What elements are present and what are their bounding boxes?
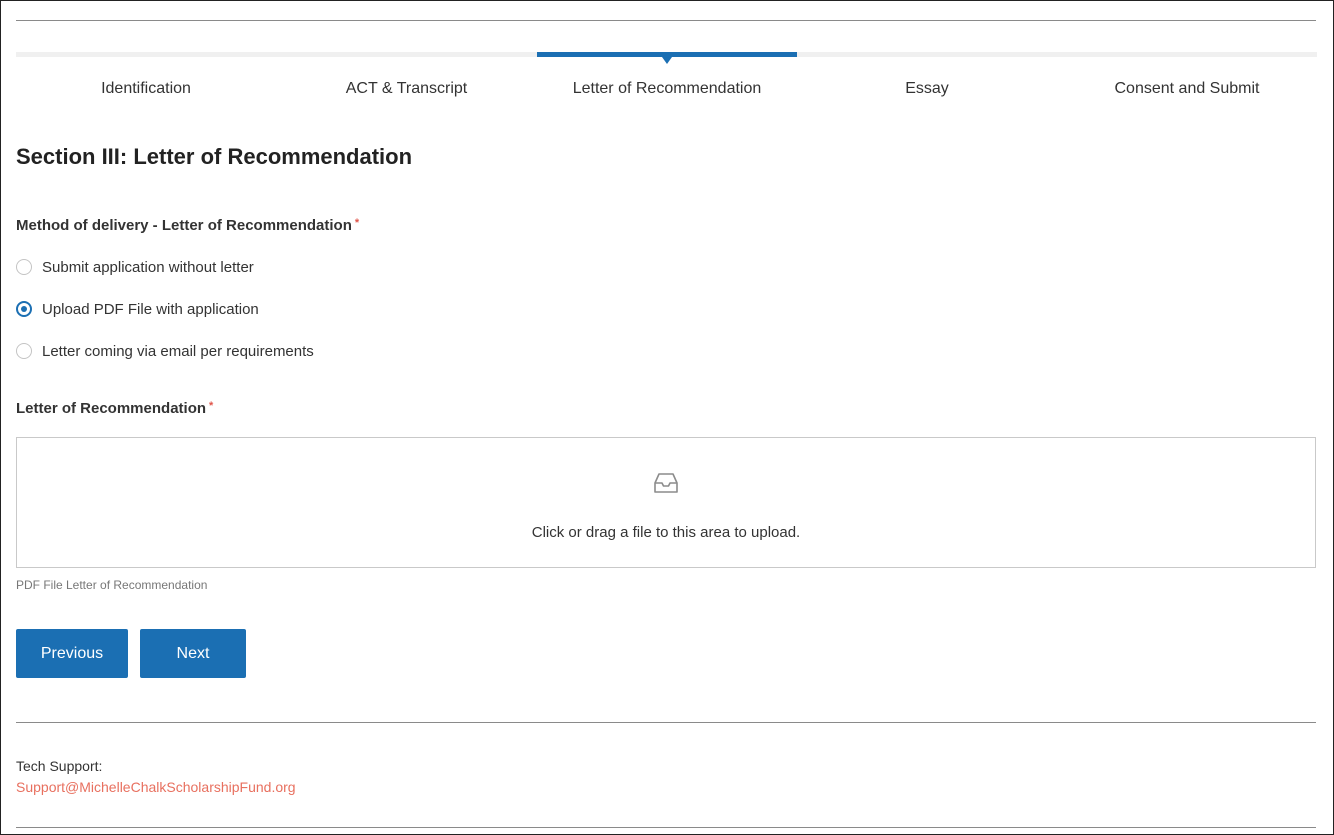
active-tab-indicator [662,57,672,64]
footer-divider [16,722,1316,723]
tab-identification[interactable]: Identification [16,52,276,112]
step-tabs: Identification ACT & Transcript Letter o… [16,52,1317,112]
required-marker: * [209,400,214,412]
tab-consent-and-submit[interactable]: Consent and Submit [1057,52,1317,112]
upload-field-label-text: Letter of Recommendation [16,400,207,417]
radio-label: Letter coming via email per requirements [42,342,314,360]
tab-label: ACT & Transcript [345,80,468,97]
dropzone-prompt: Click or drag a file to this area to upl… [531,524,801,541]
required-marker: * [354,217,360,229]
support-email-link[interactable]: Support@MichelleChalkScholarshipFund.org [16,779,296,795]
inbox-icon [654,473,678,493]
upload-help-text: PDF File Letter of Recommendation [16,578,208,592]
next-button[interactable]: Next [140,629,246,678]
radio-option-via-email[interactable]: Letter coming via email per requirements [16,340,314,362]
radio-label: Submit application without letter [42,258,254,276]
delivery-method-label-text: Method of delivery - Letter of Recommend… [16,217,352,234]
tab-label: Identification [101,80,191,97]
tab-label: Consent and Submit [1114,80,1260,97]
previous-button[interactable]: Previous [16,629,128,678]
tab-progress-bar [797,52,1057,57]
tab-act-transcript[interactable]: ACT & Transcript [276,52,537,112]
radio-button[interactable] [16,343,32,359]
radio-button[interactable] [16,301,32,317]
radio-label: Upload PDF File with application [42,300,259,318]
file-upload-dropzone[interactable]: Click or drag a file to this area to upl… [16,437,1316,568]
tech-support-label: Tech Support: [16,758,103,774]
tab-label: Letter of Recommendation [572,80,762,97]
page-title: Section III: Letter of Recommendation [16,144,413,169]
bottom-divider [16,827,1316,828]
upload-field-label: Letter of Recommendation * [16,400,213,417]
tab-progress-bar [276,52,537,57]
radio-button[interactable] [16,259,32,275]
radio-option-upload-pdf[interactable]: Upload PDF File with application [16,298,259,320]
tab-letter-of-recommendation[interactable]: Letter of Recommendation [537,52,797,112]
tab-essay[interactable]: Essay [797,52,1057,112]
delivery-method-label: Method of delivery - Letter of Recommend… [16,217,359,234]
tab-progress-bar [1057,52,1317,57]
tab-label: Essay [905,80,949,97]
tab-progress-bar [16,52,276,57]
radio-option-without-letter[interactable]: Submit application without letter [16,256,254,278]
top-divider [16,20,1316,21]
